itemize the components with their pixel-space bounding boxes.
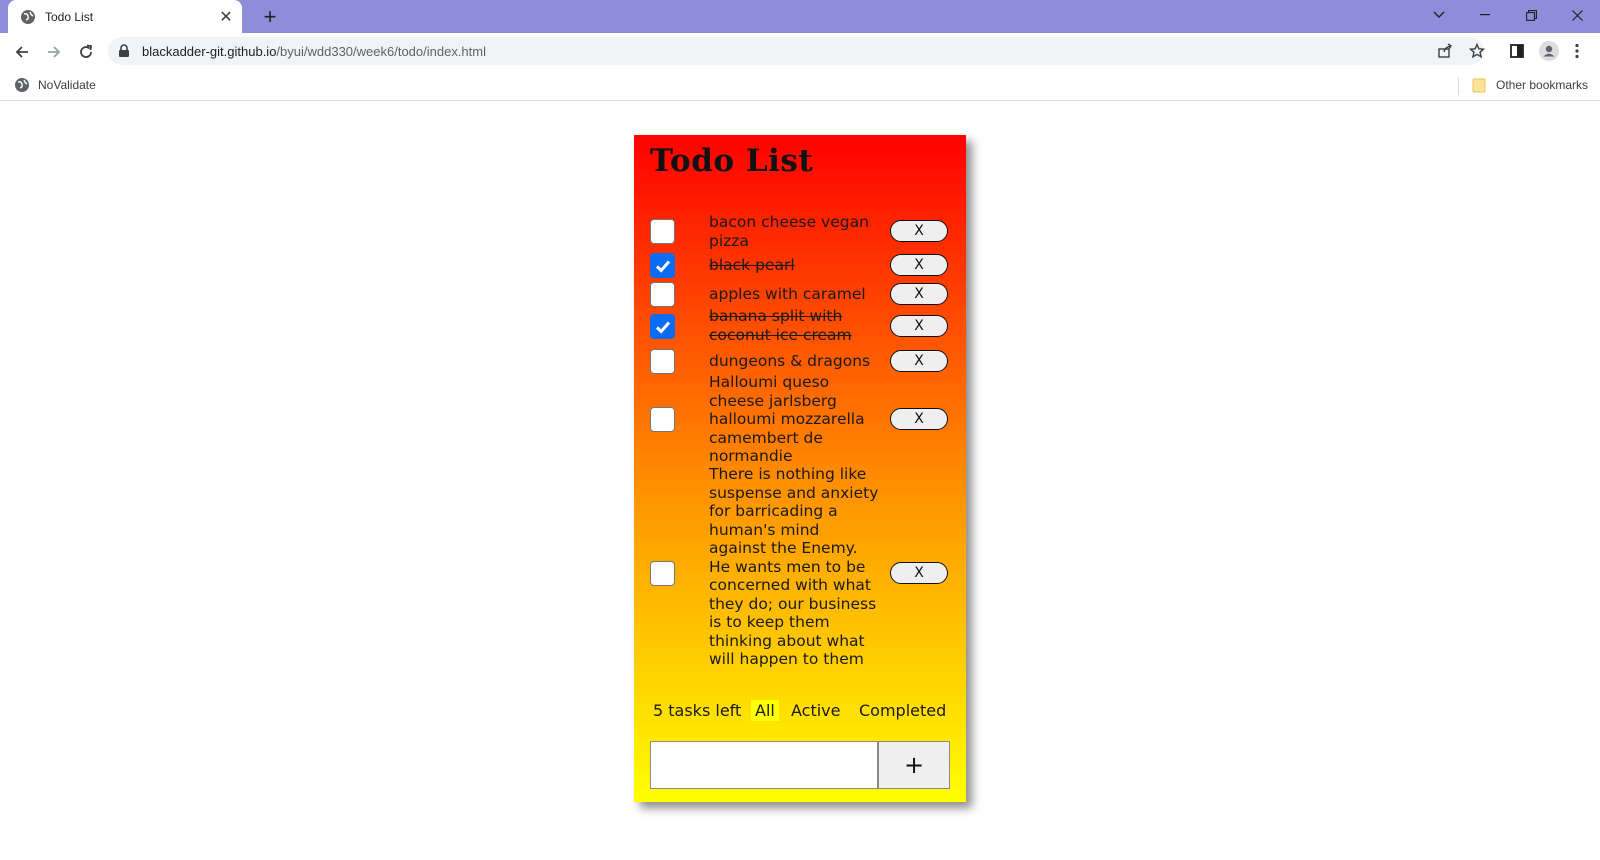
task-checkbox[interactable]: [650, 561, 675, 586]
folder-icon: [1472, 77, 1488, 93]
forward-icon[interactable]: [40, 38, 68, 66]
list-item: apples with caramel X: [650, 282, 950, 307]
bookmarks-bar: NoValidate Other bookmarks: [0, 69, 1600, 101]
checkmark-icon: [655, 321, 670, 334]
new-tab-button[interactable]: +: [258, 4, 282, 29]
task-text: apples with caramel: [709, 285, 866, 303]
todo-app: Todo List bacon cheese vegan pizza X bla…: [634, 135, 966, 802]
star-icon[interactable]: [1466, 40, 1488, 62]
side-panel-icon[interactable]: [1506, 40, 1528, 62]
bookmark-label: NoValidate: [38, 78, 96, 92]
page-title: Todo List: [650, 143, 814, 179]
url-path: /byui/wdd330/week6/todo/index.html: [276, 43, 486, 59]
filter-completed-button[interactable]: Completed: [859, 701, 946, 720]
reload-icon[interactable]: [72, 38, 100, 66]
task-checkbox[interactable]: [650, 282, 675, 307]
list-item: banana split with coconut ice cream X: [650, 305, 950, 345]
list-item: dungeons & dragons X: [650, 349, 950, 374]
task-text: bacon cheese vegan pizza: [709, 213, 869, 250]
globe-icon: [14, 77, 30, 93]
tab-search-icon[interactable]: [1416, 0, 1462, 30]
task-checkbox[interactable]: [650, 407, 675, 432]
delete-task-button[interactable]: X: [890, 220, 948, 242]
minimize-icon[interactable]: [1462, 0, 1508, 30]
list-item: bacon cheese vegan pizza X: [650, 213, 950, 250]
close-tab-icon[interactable]: ✕: [216, 7, 236, 27]
task-text: banana split with coconut ice cream: [709, 307, 852, 344]
todo-footer: 5 tasks left All Active Completed: [650, 698, 950, 722]
task-checkbox[interactable]: [650, 219, 675, 244]
filter-all-button[interactable]: All: [751, 700, 779, 721]
close-window-icon[interactable]: [1554, 0, 1600, 30]
filter-active-button[interactable]: Active: [791, 701, 841, 720]
new-task-input[interactable]: [650, 741, 878, 789]
profile-icon[interactable]: [1538, 40, 1560, 62]
delete-task-button[interactable]: X: [890, 562, 948, 584]
delete-task-button[interactable]: X: [890, 254, 948, 276]
task-text: There is nothing like suspense and anxie…: [709, 465, 879, 668]
task-text: Halloumi queso cheese jarlsberg halloumi…: [709, 373, 865, 465]
delete-task-button[interactable]: X: [890, 283, 948, 305]
bookmark-separator: [1458, 77, 1459, 95]
share-icon[interactable]: [1434, 40, 1456, 62]
browser-toolbar: blackadder-git.github.io/byui/wdd330/wee…: [0, 33, 1600, 69]
task-checkbox[interactable]: [650, 253, 675, 278]
list-item: black pearl X: [650, 253, 950, 278]
other-bookmarks[interactable]: Other bookmarks: [1472, 75, 1588, 95]
task-checkbox[interactable]: [650, 349, 675, 374]
list-item: There is nothing like suspense and anxie…: [650, 465, 950, 690]
tab-strip: Todo List ✕ +: [0, 0, 1600, 33]
delete-task-button[interactable]: X: [890, 350, 948, 372]
browser-tab[interactable]: Todo List ✕: [8, 0, 242, 33]
task-checkbox[interactable]: [650, 314, 675, 339]
task-text: dungeons & dragons: [709, 352, 871, 370]
add-task-button[interactable]: +: [878, 741, 950, 789]
address-bar[interactable]: blackadder-git.github.io/byui/wdd330/wee…: [108, 37, 1484, 65]
menu-icon[interactable]: [1566, 40, 1588, 62]
tab-title: Todo List: [45, 9, 94, 24]
delete-task-button[interactable]: X: [890, 315, 948, 337]
lock-icon[interactable]: [118, 44, 132, 58]
checkmark-icon: [655, 260, 670, 273]
restore-icon[interactable]: [1508, 0, 1554, 30]
other-bookmarks-label: Other bookmarks: [1496, 78, 1589, 92]
back-icon[interactable]: [8, 38, 36, 66]
task-text: black pearl: [709, 256, 795, 274]
bookmark-novalidate[interactable]: NoValidate: [14, 75, 96, 95]
globe-icon: [20, 9, 36, 25]
list-item: Halloumi queso cheese jarlsberg halloumi…: [650, 373, 950, 466]
url-host: blackadder-git.github.io: [142, 43, 277, 59]
delete-task-button[interactable]: X: [890, 408, 948, 430]
tasks-left-count: 5 tasks left: [653, 701, 742, 720]
